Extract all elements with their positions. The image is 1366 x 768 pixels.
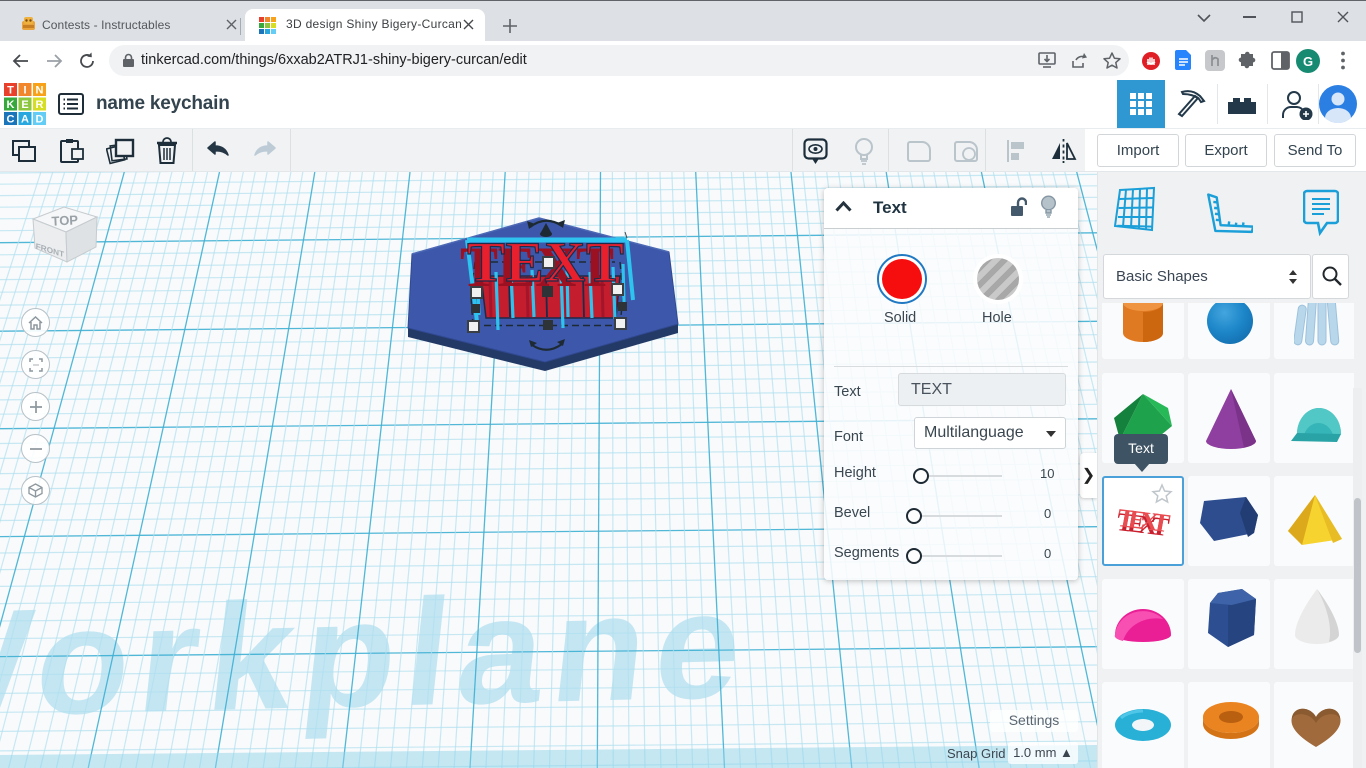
svg-text:TOP: TOP (51, 212, 79, 228)
svg-text:C: C (7, 114, 15, 126)
svg-text:N: N (36, 85, 44, 97)
svg-text:D: D (36, 114, 44, 126)
svg-text:E: E (21, 99, 28, 111)
svg-text:A: A (21, 114, 29, 126)
svg-text:G: G (1303, 54, 1313, 69)
svg-text:I: I (23, 85, 26, 97)
svg-text:R: R (36, 99, 44, 111)
svg-text:K: K (7, 99, 15, 111)
svg-text:T: T (7, 85, 14, 97)
